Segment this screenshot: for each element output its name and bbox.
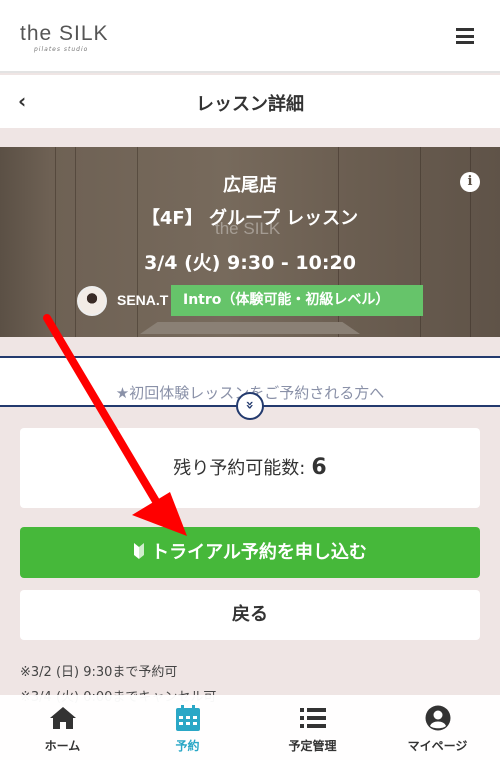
list-icon <box>299 708 326 728</box>
info-icon[interactable]: i <box>460 172 480 192</box>
page-nav: ‹ レッスン詳細 <box>0 75 500 128</box>
remaining-count: 6 <box>311 455 327 480</box>
home-icon <box>49 707 76 729</box>
tab-reserve[interactable]: 予約 <box>125 695 250 760</box>
calendar-icon <box>175 705 200 731</box>
double-chevron-down-icon[interactable]: » <box>236 392 264 420</box>
page-title: レッスン詳細 <box>196 94 304 115</box>
logo-subtitle: pilates studio <box>34 46 89 53</box>
remaining-slots-card: 残り予約可能数: 6 <box>20 428 480 508</box>
level-badge: Intro（体験可能・初級レベル） <box>171 285 423 316</box>
tab-label: 予定管理 <box>288 739 337 753</box>
tab-mypage[interactable]: マイページ <box>375 695 500 760</box>
tab-label: ホーム <box>44 739 81 753</box>
tab-home[interactable]: ホーム <box>0 695 125 760</box>
user-circle-icon <box>425 705 450 731</box>
logo[interactable]: the SILK <box>20 22 109 46</box>
remaining-label: 残り予約可能数: <box>173 458 306 479</box>
back-button[interactable]: 戻る <box>20 590 480 640</box>
trial-button-label: トライアル予約を申し込む <box>151 542 367 563</box>
reservation-deadline-note: ※3/2 (日) 9:30まで予約可 <box>20 665 178 680</box>
lesson-datetime: 3/4 (火) 9:30 - 10:20 <box>144 252 356 274</box>
reception-desk <box>140 322 360 334</box>
tab-schedule[interactable]: 予定管理 <box>250 695 375 760</box>
store-name: 広尾店 <box>223 175 277 196</box>
lesson-name: 【4F】 グループ レッスン <box>141 208 359 229</box>
tab-label: 予約 <box>175 739 200 753</box>
lesson-hero: the SILK 広尾店 【4F】 グループ レッスン 3/4 (火) 9:30… <box>0 147 500 337</box>
instructor-name: SENA.T <box>117 292 169 308</box>
hamburger-menu-icon[interactable] <box>456 28 474 44</box>
trial-reservation-button[interactable]: トライアル予約を申し込む <box>20 527 480 578</box>
tab-label: マイページ <box>407 739 468 753</box>
app-header: the SILK pilates studio <box>0 0 500 73</box>
bottom-nav: ホーム 予約 予定管理 マイページ <box>0 695 500 760</box>
instructor-avatar[interactable] <box>77 286 107 316</box>
chevron-glyph: » <box>241 400 258 410</box>
beginner-mark-icon <box>134 543 145 559</box>
